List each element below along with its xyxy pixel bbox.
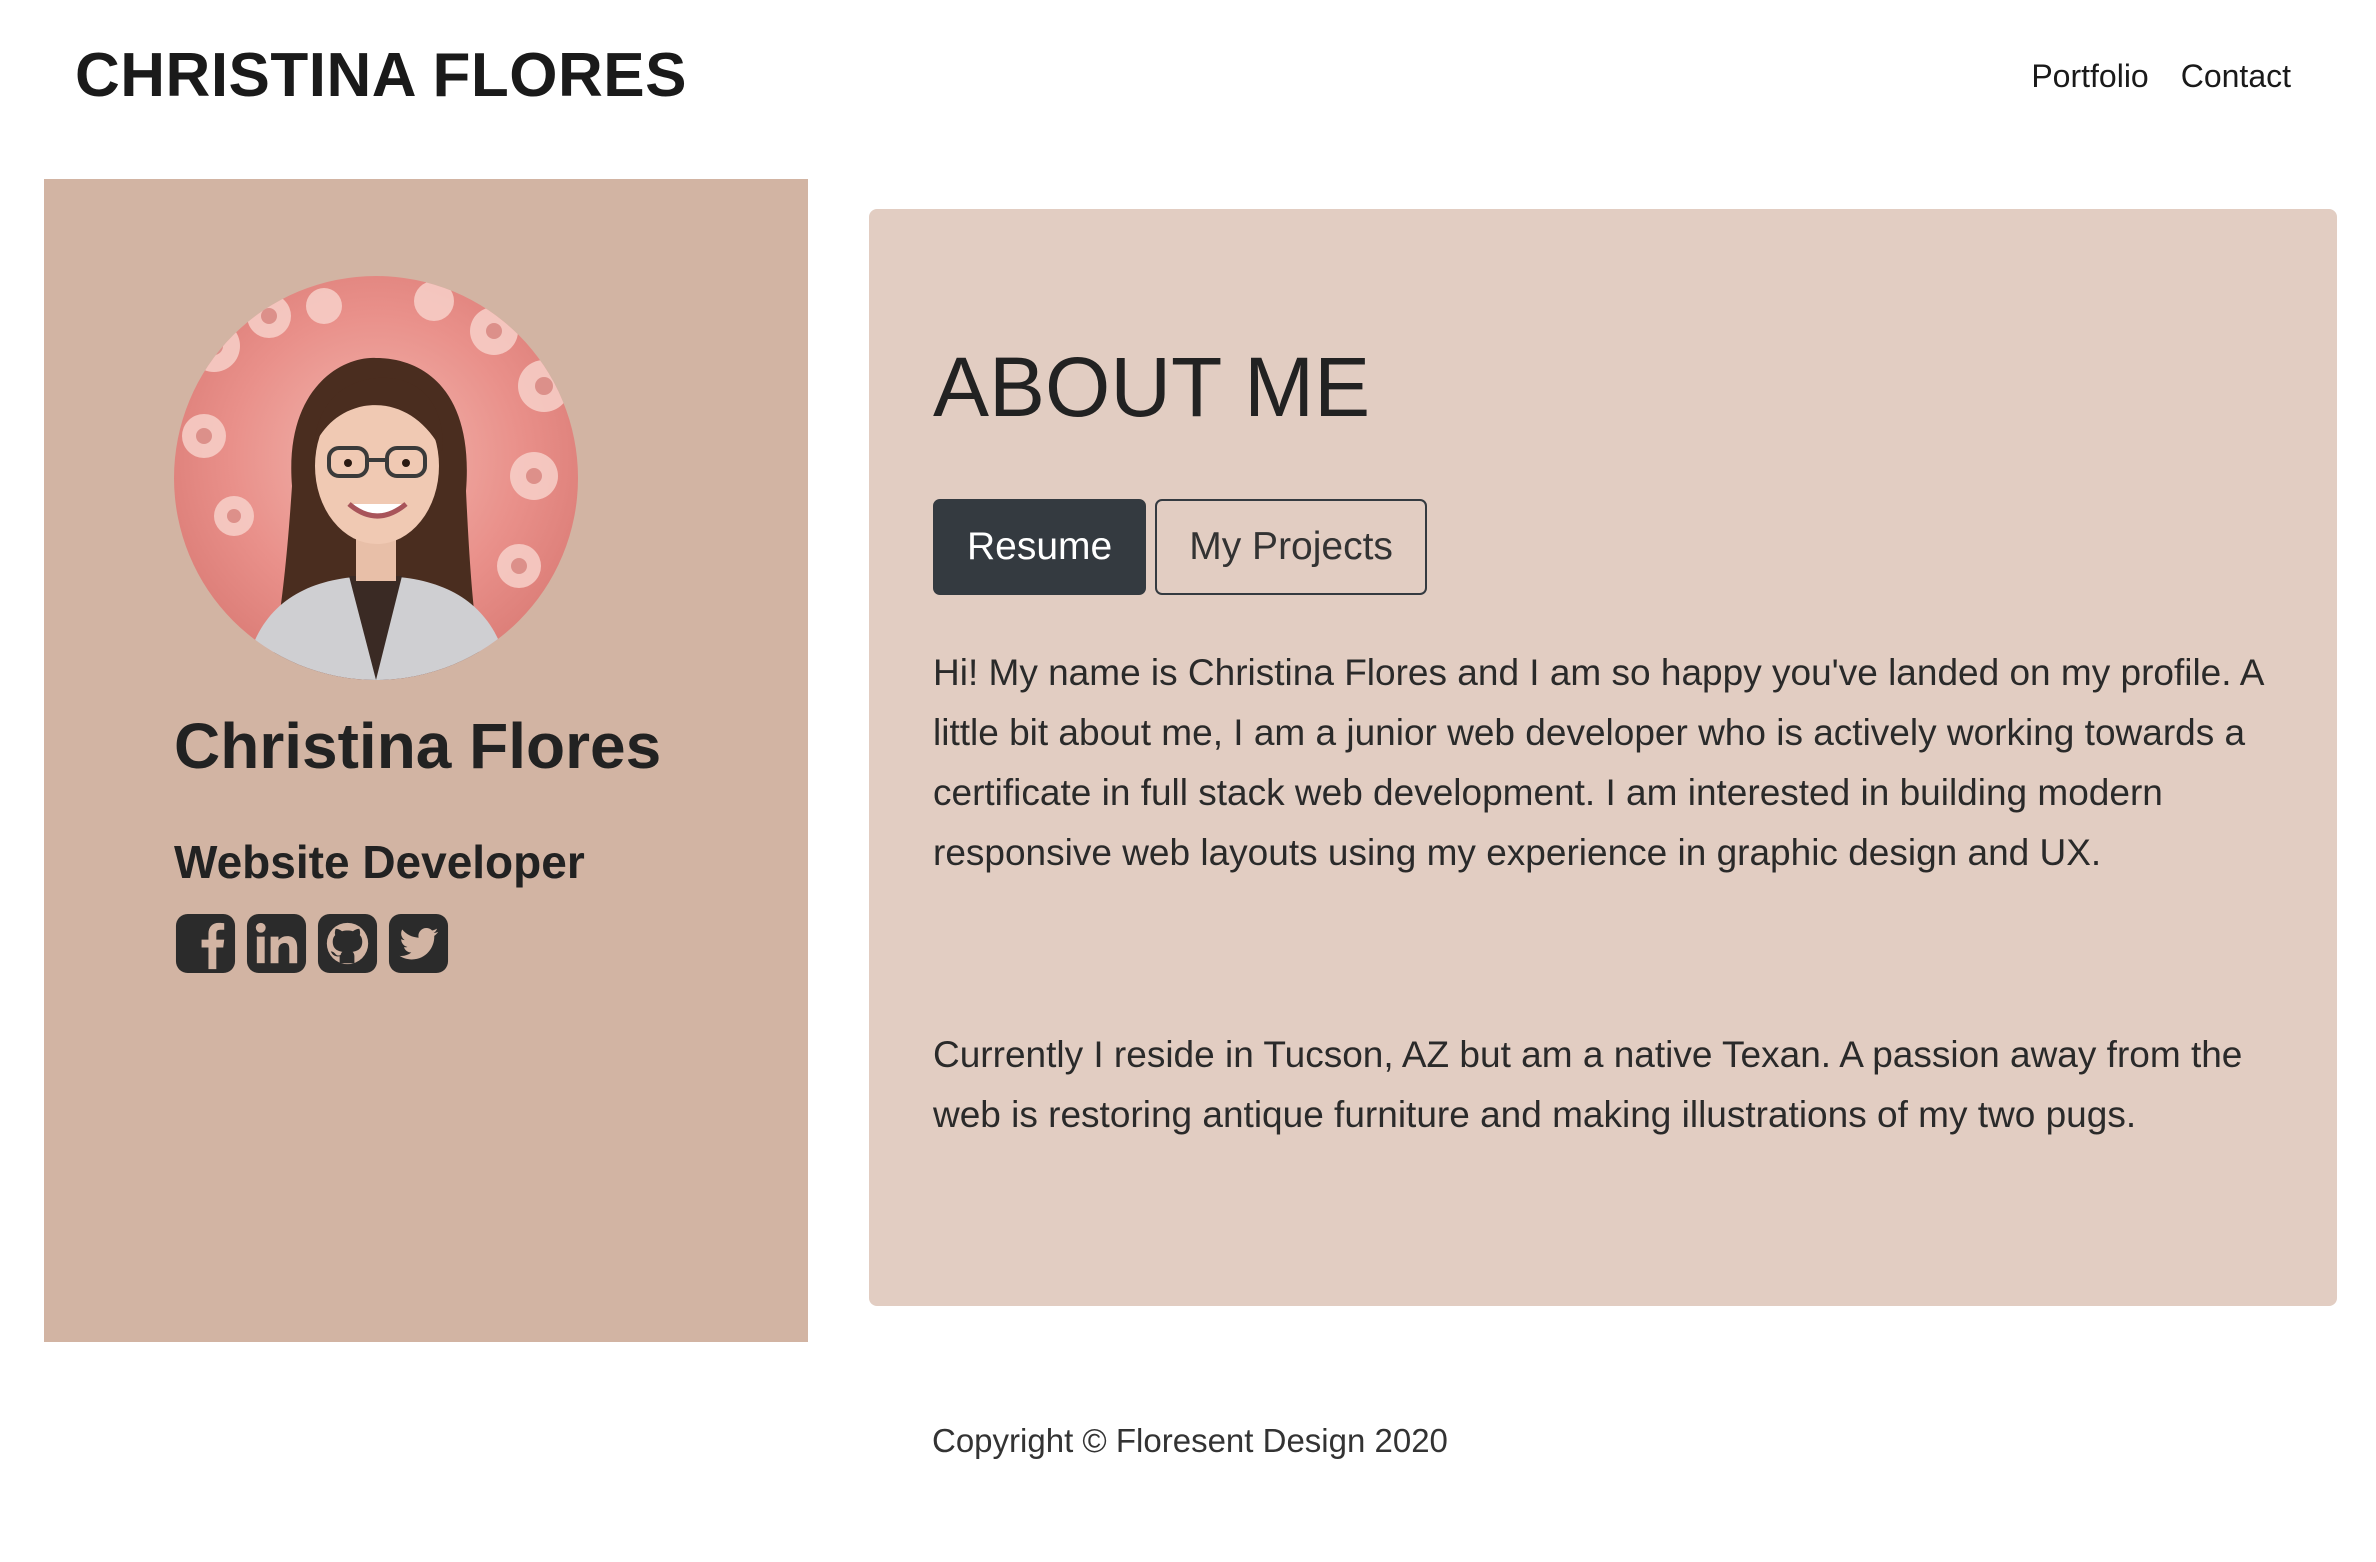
nav-link-contact[interactable]: Contact (2181, 52, 2291, 100)
profile-name: Christina Flores (174, 710, 662, 782)
profile-photo (174, 276, 578, 680)
about-paragraph-intro: Hi! My name is Christina Flores and I am… (933, 652, 2263, 873)
about-heading: ABOUT ME (933, 340, 1371, 434)
twitter-icon[interactable] (387, 912, 450, 975)
main-nav: Portfolio Contact (2031, 52, 2291, 100)
resume-button[interactable]: Resume (933, 499, 1147, 595)
site-brand[interactable]: CHRISTINA FLORES (75, 36, 687, 116)
about-paragraph-personal: Currently I reside in Tucson, AZ but am … (933, 1034, 2243, 1135)
social-links (174, 912, 450, 975)
my-projects-button[interactable]: My Projects (1155, 499, 1427, 595)
facebook-icon[interactable] (174, 912, 237, 975)
profile-title: Website Developer (174, 836, 585, 888)
about-card: ABOUT ME Resume My Projects Hi! My name … (869, 209, 2337, 1306)
about-tabs: Resume My Projects (933, 499, 1427, 595)
linkedin-icon[interactable] (245, 912, 308, 975)
profile-avatar (174, 276, 578, 680)
github-icon[interactable] (316, 912, 379, 975)
profile-sidebar: Christina Flores Website Developer (44, 179, 808, 1342)
footer-copyright: Copyright © Floresent Design 2020 (932, 1422, 1448, 1459)
nav-link-portfolio[interactable]: Portfolio (2031, 52, 2148, 100)
